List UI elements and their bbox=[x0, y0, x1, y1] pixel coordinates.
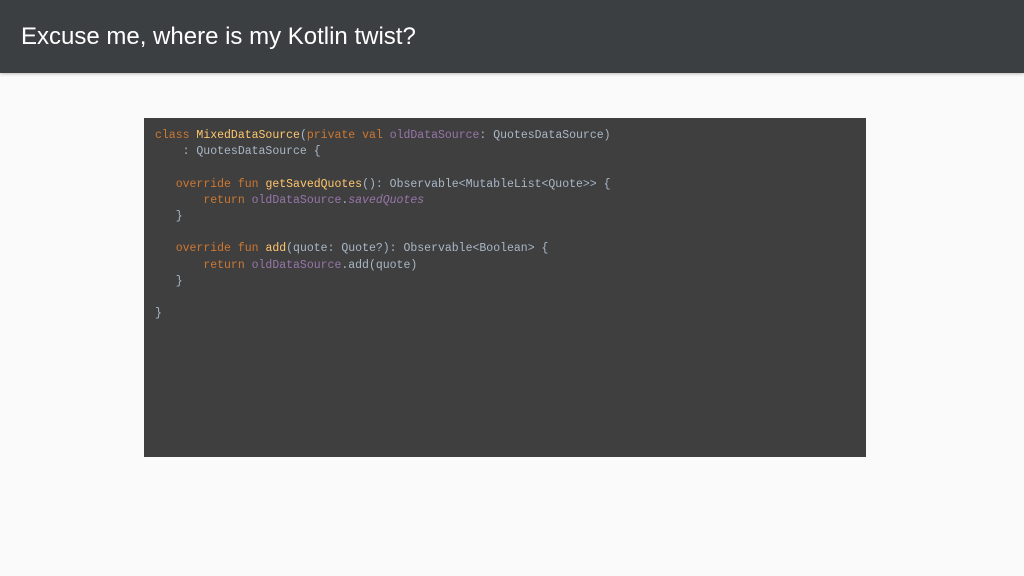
code-token: } bbox=[155, 209, 183, 223]
code-line: } bbox=[155, 274, 866, 290]
code-token: override fun bbox=[175, 177, 266, 191]
code-listing: class MixedDataSource(private val oldDat… bbox=[155, 128, 866, 322]
code-line: } bbox=[155, 209, 866, 225]
code-token: ( bbox=[299, 129, 307, 142]
code-token: } bbox=[155, 307, 162, 321]
code-block: class MixedDataSource(private val oldDat… bbox=[144, 118, 866, 457]
code-token: oldDataSource bbox=[251, 193, 342, 207]
code-token: return bbox=[203, 258, 252, 272]
code-token: : QuotesDataSource { bbox=[155, 145, 321, 159]
code-token: : QuotesDataSource) bbox=[479, 129, 611, 142]
slide-header: Excuse me, where is my Kotlin twist? bbox=[0, 0, 1024, 73]
code-line: override fun getSavedQuotes(): Observabl… bbox=[155, 177, 866, 193]
code-line: return oldDataSource.savedQuotes bbox=[155, 193, 866, 209]
code-token: private val bbox=[306, 129, 390, 142]
code-line: } bbox=[155, 306, 866, 322]
code-token: oldDataSource bbox=[389, 129, 480, 142]
code-token: savedQuotes bbox=[348, 193, 425, 207]
code-token: add bbox=[265, 242, 287, 256]
code-token: oldDataSource bbox=[251, 258, 342, 272]
code-token: .add(quote) bbox=[341, 258, 418, 272]
slide-title: Excuse me, where is my Kotlin twist? bbox=[21, 23, 416, 50]
code-token: class bbox=[155, 129, 197, 142]
code-token: getSavedQuotes bbox=[265, 177, 363, 191]
code-token: } bbox=[155, 274, 183, 288]
code-line: : QuotesDataSource { bbox=[155, 144, 866, 160]
code-line: class MixedDataSource(private val oldDat… bbox=[155, 128, 866, 144]
code-line: return oldDataSource.add(quote) bbox=[155, 258, 866, 274]
code-token: (quote: Quote?): Observable<Boolean> { bbox=[286, 242, 549, 256]
code-token: override fun bbox=[175, 242, 266, 256]
code-line: override fun add(quote: Quote?): Observa… bbox=[155, 241, 866, 257]
code-token: (): Observable<MutableList<Quote>> { bbox=[362, 177, 611, 191]
code-token: MixedDataSource bbox=[196, 129, 300, 142]
code-token: return bbox=[203, 193, 252, 207]
